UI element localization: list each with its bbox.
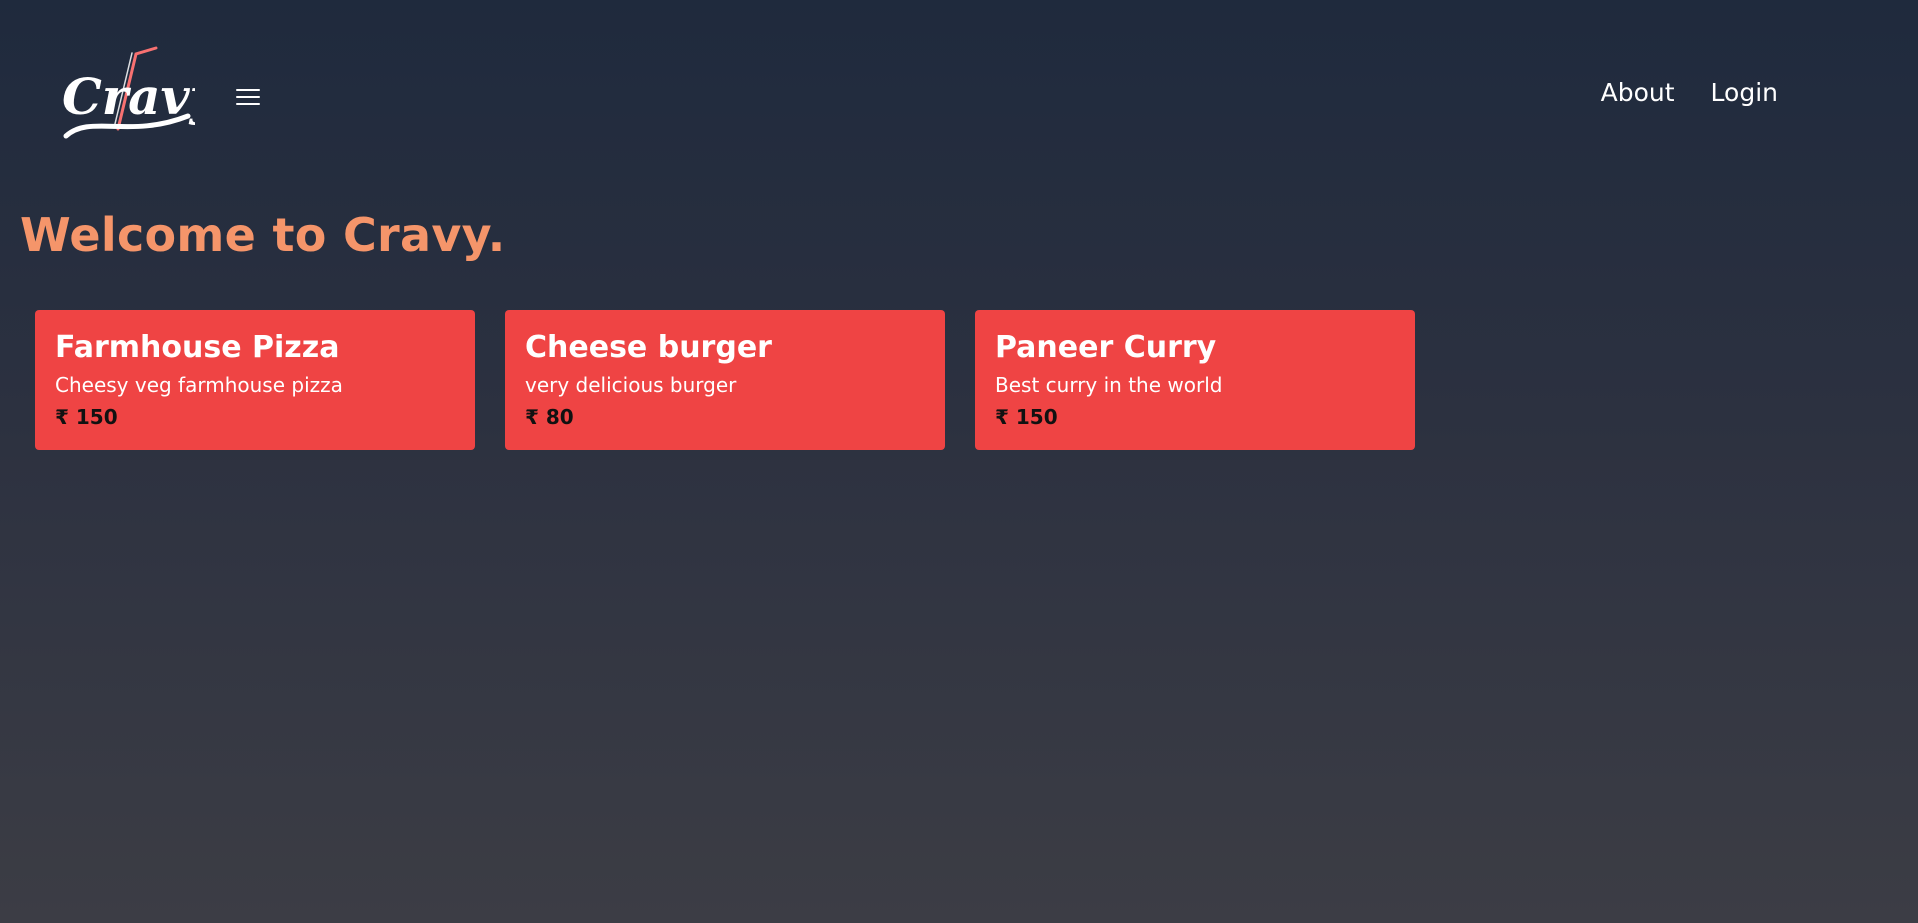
hamburger-icon-line-middle [236, 96, 260, 98]
hamburger-icon-line-top [236, 89, 260, 91]
food-card-title: Farmhouse Pizza [55, 330, 340, 365]
nav-about-link[interactable]: About [1601, 78, 1675, 107]
food-card-price: ₹ 150 [55, 405, 118, 429]
hamburger-menu-button[interactable] [230, 82, 266, 112]
nav-login-link[interactable]: Login [1711, 78, 1778, 107]
food-card[interactable]: Farmhouse Pizza Cheesy veg farmhouse piz… [35, 310, 475, 450]
hamburger-icon-line-bottom [236, 103, 260, 105]
logo-lettering: Cravy [62, 67, 195, 126]
food-card-price: ₹ 150 [995, 405, 1058, 429]
cravy-logo[interactable]: Cravy [60, 44, 222, 144]
welcome-heading: Welcome to Cravy. [20, 208, 506, 262]
food-card-description: very delicious burger [525, 373, 737, 397]
food-card-description: Cheesy veg farmhouse pizza [55, 373, 343, 397]
top-nav: About Login [1601, 78, 1778, 107]
food-card[interactable]: Paneer Curry Best curry in the world ₹ 1… [975, 310, 1415, 450]
cravy-logo-graphic: Cravy [62, 46, 222, 139]
food-card-price: ₹ 80 [525, 405, 574, 429]
food-card[interactable]: Cheese burger very delicious burger ₹ 80 [505, 310, 945, 450]
food-card-title: Paneer Curry [995, 330, 1217, 365]
food-card-description: Best curry in the world [995, 373, 1223, 397]
site-header: Cravy About Login [0, 0, 1918, 190]
food-card-title: Cheese burger [525, 330, 772, 365]
food-card-list: Farmhouse Pizza Cheesy veg farmhouse piz… [35, 310, 1415, 450]
